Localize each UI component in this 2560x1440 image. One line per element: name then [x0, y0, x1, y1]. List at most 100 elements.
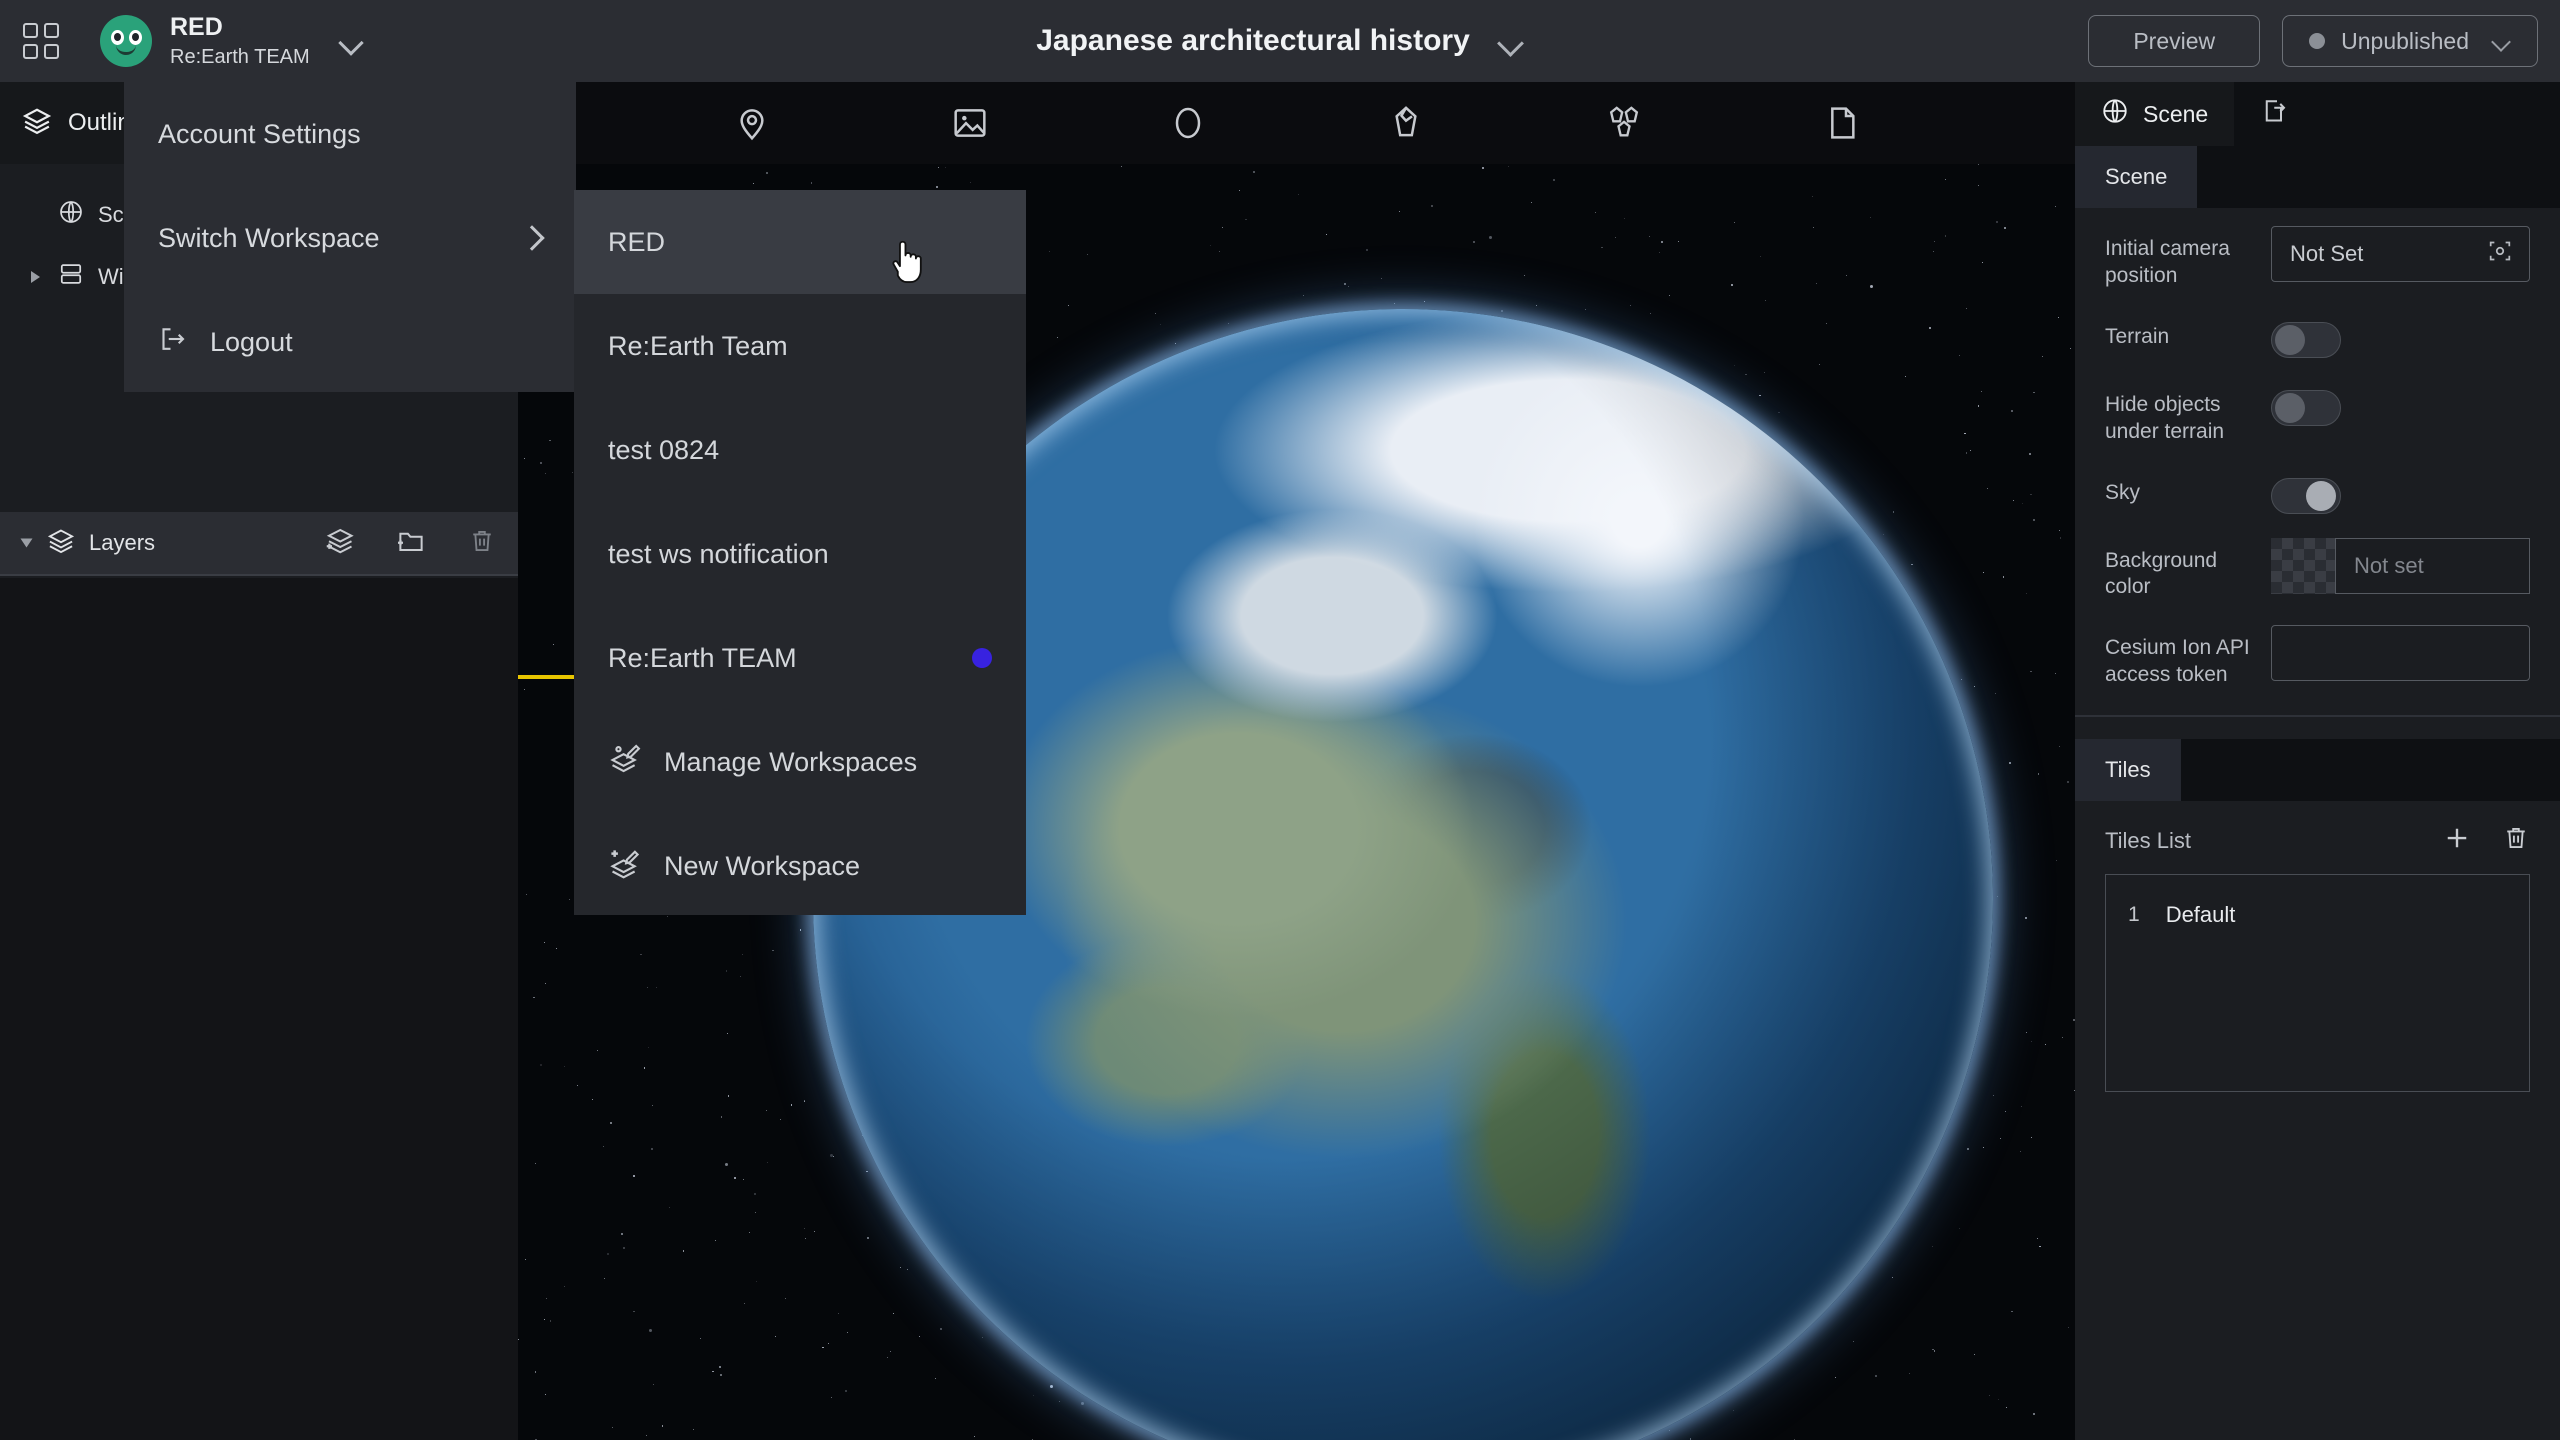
- globe-icon: [2101, 97, 2129, 131]
- publish-status-button[interactable]: Unpublished: [2282, 15, 2538, 67]
- tab-scene[interactable]: Scene: [2075, 82, 2235, 146]
- tab-scene-label: Scene: [2143, 100, 2209, 127]
- chevron-down-icon[interactable]: [2491, 31, 2511, 51]
- top-bar: RED Re:Earth TEAM Japanese architectural…: [0, 0, 2560, 82]
- delete-icon[interactable]: [2502, 824, 2530, 857]
- workspace-submenu: RED Re:Earth Team test 0824 test ws noti…: [574, 190, 1026, 915]
- menu-item-logout[interactable]: Logout: [124, 290, 576, 394]
- tiles-list-label: Tiles List: [2105, 827, 2191, 853]
- add-icon[interactable]: [2442, 823, 2472, 858]
- file-icon[interactable]: [1815, 96, 1869, 150]
- field-initial-camera-position: Initial camera position Not Set: [2105, 226, 2530, 290]
- dashboard-button[interactable]: [0, 0, 82, 82]
- workspace-item-reearth-team-current[interactable]: Re:Earth TEAM: [574, 606, 1026, 710]
- grid-icon: [23, 23, 59, 59]
- sphere-icon[interactable]: [1161, 96, 1215, 150]
- workspace-item-label: New Workspace: [664, 850, 861, 881]
- chevron-down-icon[interactable]: [1496, 27, 1524, 55]
- status-badge: Unpublished: [2341, 27, 2469, 54]
- field-hide-objects-under-terrain: Hide objects under terrain: [2105, 382, 2530, 446]
- chevron-right-icon: [520, 227, 542, 249]
- initial-camera-position-input[interactable]: Not Set: [2271, 226, 2530, 282]
- widgets-icon: [58, 261, 84, 293]
- menu-item-label: Logout: [210, 326, 293, 357]
- workspace-item-label: test ws notification: [608, 538, 829, 569]
- field-label: Terrain: [2105, 324, 2170, 348]
- chevron-down-icon[interactable]: [338, 28, 364, 54]
- manage-workspaces-icon: [608, 742, 642, 783]
- workspace-item-reearth-team[interactable]: Re:Earth Team: [574, 294, 1026, 398]
- menu-item-label: Account Settings: [158, 118, 361, 149]
- page-title: Japanese architectural history: [1036, 24, 1470, 57]
- logout-icon: [158, 324, 188, 361]
- tiles-list: 1 Default: [2105, 874, 2530, 1092]
- tiles-section-tabs: Tiles: [2075, 739, 2560, 801]
- menu-item-switch-workspace[interactable]: Switch Workspace: [124, 186, 576, 290]
- divider: [2075, 715, 2560, 717]
- workspace-item-label: test 0824: [608, 434, 720, 465]
- chevron-down-icon[interactable]: [20, 538, 33, 548]
- layers-icon: [22, 106, 52, 141]
- field-label: Cesium Ion API access token: [2105, 636, 2250, 687]
- field-value: Not Set: [2290, 241, 2364, 266]
- delete-icon[interactable]: [468, 527, 496, 560]
- tiles-list-header: Tiles List: [2075, 801, 2560, 858]
- new-workspace-icon: [608, 846, 642, 887]
- layers-label: Layers: [89, 530, 156, 555]
- add-folder-icon[interactable]: [396, 526, 426, 561]
- status-dot-icon: [2309, 33, 2326, 49]
- right-panel-tabs: Scene: [2075, 82, 2560, 146]
- image-icon[interactable]: [943, 96, 997, 150]
- color-swatch-transparent[interactable]: [2271, 537, 2335, 594]
- camera-capture-icon[interactable]: [2487, 238, 2513, 270]
- field-background-color: Background color Not set: [2105, 537, 2530, 602]
- field-label: Initial camera position: [2105, 237, 2230, 287]
- workspace-item-label: Manage Workspaces: [664, 746, 918, 777]
- sky-toggle[interactable]: [2271, 477, 2341, 514]
- insert-toolbar: [518, 82, 2075, 164]
- workspace-subtitle: Re:Earth TEAM: [170, 46, 310, 69]
- preview-button[interactable]: Preview: [2088, 15, 2261, 67]
- section-tab-tiles[interactable]: Tiles: [2075, 739, 2181, 801]
- workspace-item-manage-workspaces[interactable]: Manage Workspaces: [574, 710, 1026, 814]
- workspace-item-label: Re:Earth TEAM: [608, 642, 797, 673]
- layers-list: [0, 578, 518, 1440]
- field-label: Hide objects under terrain: [2105, 392, 2225, 443]
- tile-index: 1: [2128, 903, 2140, 926]
- menu-item-label: Switch Workspace: [158, 222, 380, 253]
- scene-section-tabs: Scene: [2075, 146, 2560, 208]
- workspace-name: RED: [170, 12, 223, 41]
- hide-objects-toggle[interactable]: [2271, 389, 2341, 426]
- model-3d-icon[interactable]: [1597, 96, 1651, 150]
- section-tab-scene[interactable]: Scene: [2075, 146, 2198, 208]
- workspace-item-red[interactable]: RED: [574, 190, 1026, 294]
- scene-settings: Initial camera position Not Set Terrain …: [2075, 208, 2560, 689]
- publish-export-icon: [2260, 96, 2290, 132]
- mouse-cursor: [884, 236, 930, 297]
- workspace-item-test-0824[interactable]: test 0824: [574, 398, 1026, 502]
- terrain-toggle[interactable]: [2271, 321, 2341, 358]
- workspace-item-new-workspace[interactable]: New Workspace: [574, 814, 1026, 918]
- list-item[interactable]: 1 Default: [2106, 893, 2529, 937]
- menu-item-account-settings[interactable]: Account Settings: [124, 82, 576, 186]
- tab-publish[interactable]: [2234, 82, 2316, 146]
- right-panel: Scene Scene Initial camera position Not …: [2075, 82, 2560, 1440]
- field-value: Not set: [2354, 552, 2424, 578]
- background-color-input[interactable]: Not set: [2335, 537, 2530, 594]
- add-layer-icon[interactable]: [324, 526, 354, 561]
- globe-icon: [58, 199, 84, 231]
- workspace-item-test-ws-notification[interactable]: test ws notification: [574, 502, 1026, 606]
- cesium-ion-token-input[interactable]: [2271, 625, 2530, 682]
- chevron-right-icon[interactable]: [26, 271, 44, 283]
- field-terrain: Terrain: [2105, 314, 2530, 358]
- layers-header: Layers: [0, 512, 518, 576]
- field-label: Sky: [2105, 480, 2141, 504]
- marker-pin-icon[interactable]: [725, 96, 779, 150]
- workspace-item-label: Re:Earth Team: [608, 330, 788, 361]
- workspace-item-label: RED: [608, 226, 666, 257]
- tile-name: Default: [2165, 902, 2236, 927]
- workspace-switcher-button[interactable]: RED Re:Earth TEAM: [82, 12, 364, 70]
- avatar: [100, 15, 152, 67]
- field-label: Background color: [2105, 548, 2218, 599]
- polygon-icon[interactable]: [1379, 96, 1433, 150]
